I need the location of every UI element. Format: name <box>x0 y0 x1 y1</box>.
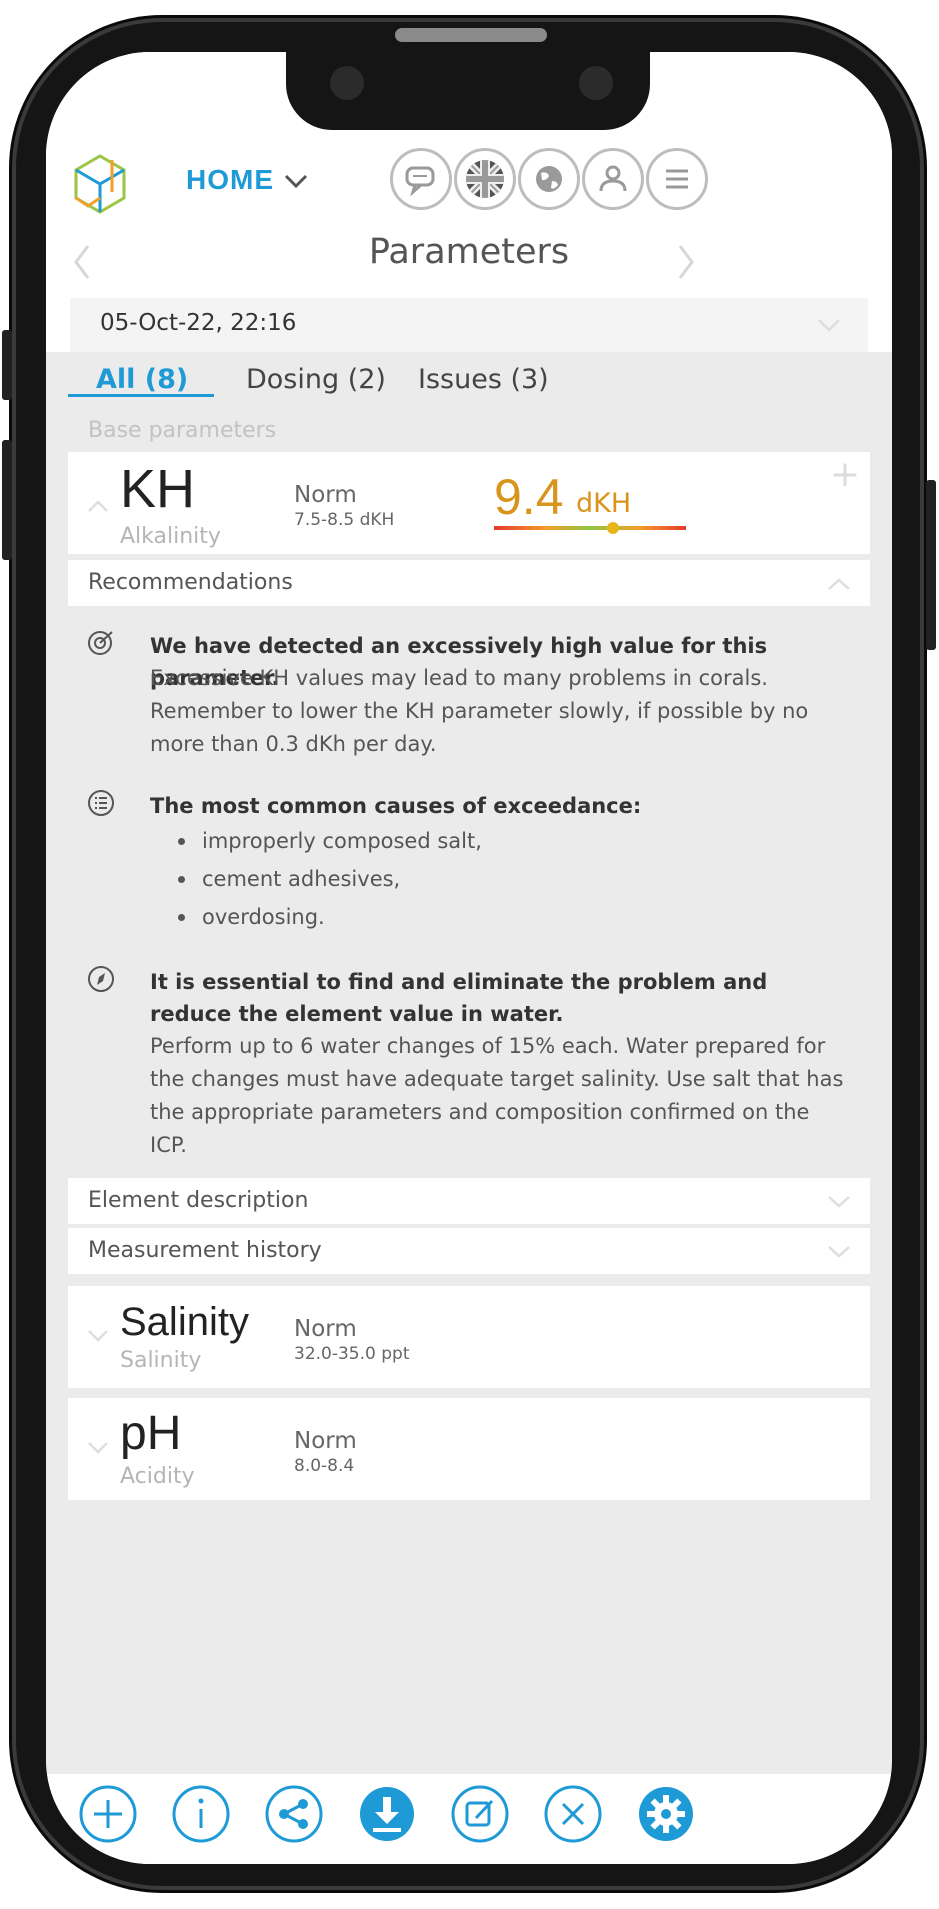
recommendations-header[interactable]: Recommendations <box>68 560 870 606</box>
tab-dosing[interactable]: Dosing (2) <box>246 364 386 395</box>
menu-button[interactable] <box>646 148 708 210</box>
user-icon <box>599 165 627 192</box>
active-tab-indicator <box>68 394 214 397</box>
chevron-up-icon <box>828 578 850 590</box>
parameter-name: KH <box>120 459 196 519</box>
parameter-card-ph[interactable]: pH Acidity Norm 8.0-8.4 <box>68 1398 870 1500</box>
measurement-date: 05-Oct-22, 22:16 <box>100 310 297 336</box>
chevron-down-icon <box>828 1246 850 1258</box>
parameter-subtitle: Alkalinity <box>120 524 221 549</box>
chat-button[interactable] <box>390 148 452 210</box>
chevron-down-icon <box>818 319 840 332</box>
parameter-name: Salinity <box>120 1300 249 1344</box>
page-title: Parameters <box>368 232 570 272</box>
list-item: overdosing. <box>178 898 818 936</box>
target-icon <box>88 631 113 655</box>
tab-all[interactable]: All (8) <box>96 364 188 395</box>
phone-sensor <box>579 66 613 100</box>
close-icon <box>544 1785 602 1843</box>
value-gauge <box>494 526 686 530</box>
plus-icon <box>79 1785 137 1843</box>
list-icon <box>88 790 114 816</box>
globe-icon <box>536 166 562 192</box>
parameter-name: pH <box>120 1407 182 1460</box>
norm-range: 7.5-8.5 dKH <box>294 510 395 530</box>
element-description-header[interactable]: Element description <box>68 1178 870 1224</box>
gauge-marker <box>607 522 620 534</box>
parameter-value: 9.4 <box>494 469 564 525</box>
parameter-subtitle: Acidity <box>120 1464 195 1489</box>
download-button[interactable] <box>357 1784 417 1844</box>
phone-side-button <box>926 480 936 650</box>
section-caption: Base parameters <box>88 418 277 443</box>
chevron-down-icon[interactable] <box>86 1328 110 1344</box>
next-arrow-icon[interactable] <box>674 242 698 282</box>
settings-icon <box>639 1787 693 1841</box>
download-icon <box>360 1787 414 1841</box>
parameter-card-kh[interactable]: KH Alkalinity Norm 7.5-8.5 dKH 9.4 dKH + <box>68 452 870 554</box>
list-item: improperly composed salt, <box>178 822 818 860</box>
uk-flag-icon <box>466 160 504 198</box>
phone-camera <box>330 66 364 100</box>
info-icon <box>172 1785 230 1843</box>
parameter-subtitle: Salinity <box>120 1348 202 1373</box>
chevron-down-icon[interactable] <box>86 1440 110 1456</box>
causes-list: improperly composed salt, cement adhesiv… <box>178 822 818 936</box>
norm-range: 32.0-35.0 ppt <box>294 1344 410 1364</box>
parameter-unit: dKH <box>576 488 632 519</box>
measurement-history-label: Measurement history <box>88 1238 322 1263</box>
recommendation-title: The most common causes of exceedance: <box>150 794 642 818</box>
date-selector[interactable]: 05-Oct-22, 22:16 <box>70 298 868 352</box>
chevron-down-icon[interactable] <box>282 170 310 192</box>
share-button[interactable] <box>264 1784 324 1844</box>
parameters-content: All (8) Dosing (2) Issues (3) Base param… <box>46 352 892 1774</box>
norm-range: 8.0-8.4 <box>294 1456 355 1476</box>
phone-speaker <box>395 28 547 42</box>
compass-icon <box>88 966 114 992</box>
list-item: cement adhesives, <box>178 860 818 898</box>
delete-button[interactable] <box>543 1784 603 1844</box>
language-button[interactable] <box>454 148 516 210</box>
element-description-label: Element description <box>88 1188 309 1213</box>
phone-side-button <box>2 330 12 400</box>
app-logo-icon[interactable] <box>68 152 132 220</box>
add-button[interactable] <box>78 1784 138 1844</box>
recommendations-label: Recommendations <box>88 570 293 595</box>
home-dropdown-label[interactable]: HOME <box>186 164 274 196</box>
recommendation-text: Perform up to 6 water changes of 15% eac… <box>150 1034 844 1157</box>
bottom-toolbar <box>46 1774 892 1864</box>
account-button[interactable] <box>582 148 644 210</box>
app-screen: HOME Parameters 05-Oct-22, 22:16 All (8)… <box>46 52 892 1864</box>
settings-button[interactable] <box>636 1784 696 1844</box>
share-icon <box>265 1785 323 1843</box>
norm-label: Norm <box>294 1316 357 1342</box>
recommendation-text: Excessive KH values may lead to many pro… <box>150 666 809 756</box>
globe-button[interactable] <box>518 148 580 210</box>
chevron-down-icon <box>828 1196 850 1208</box>
add-icon[interactable]: + <box>830 454 860 495</box>
chevron-up-icon[interactable] <box>86 498 110 514</box>
edit-button[interactable] <box>450 1784 510 1844</box>
parameter-card-salinity[interactable]: Salinity Salinity Norm 32.0-35.0 ppt <box>68 1286 870 1388</box>
chat-icon <box>405 166 435 197</box>
norm-label: Norm <box>294 482 357 508</box>
edit-icon <box>451 1785 509 1843</box>
info-button[interactable] <box>171 1784 231 1844</box>
recommendation-title: It is essential to find and eliminate th… <box>150 970 768 1026</box>
tab-issues[interactable]: Issues (3) <box>418 364 549 395</box>
measurement-history-header[interactable]: Measurement history <box>68 1228 870 1274</box>
phone-side-button <box>2 440 12 560</box>
norm-label: Norm <box>294 1428 357 1454</box>
hamburger-menu-icon <box>666 169 688 189</box>
